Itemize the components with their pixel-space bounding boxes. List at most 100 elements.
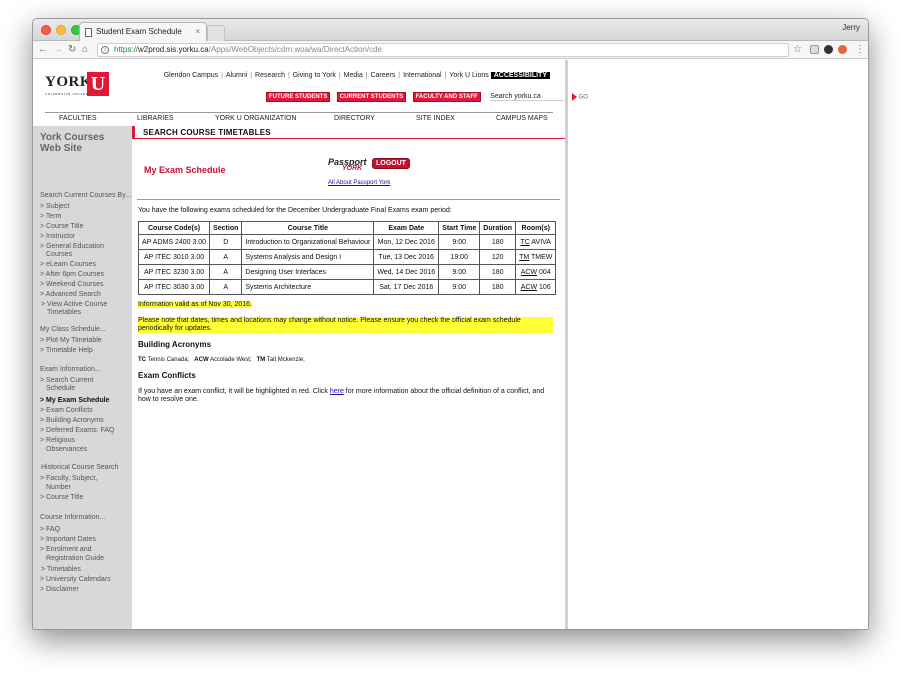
top-link-giving[interactable]: Giving to York <box>293 72 336 79</box>
tab-title: Student Exam Schedule <box>96 27 182 36</box>
cell-section: A <box>209 264 243 280</box>
divider <box>137 199 560 200</box>
nav-campus-maps[interactable]: CAMPUS MAPS <box>496 115 548 122</box>
sidebar-item-weekend[interactable]: > Weekend Courses <box>40 280 104 289</box>
top-link-research[interactable]: Research <box>255 72 285 79</box>
cell-exam-date: Mon, 12 Dec 2016 <box>373 234 440 250</box>
sidebar-item-faculty-subject[interactable]: > Faculty, Subject, <box>40 474 97 483</box>
intro-text: You have the following exams scheduled f… <box>138 207 452 214</box>
cell-duration: 180 <box>479 264 517 280</box>
nav-faculties[interactable]: FACULTIES <box>59 115 97 122</box>
site-search-input[interactable]: Search yorku.ca <box>490 93 565 101</box>
sidebar-item-calendars[interactable]: > University Calendars <box>40 575 111 584</box>
sidebar-item-timetables[interactable]: > Timetables <box>41 565 81 574</box>
sidebar-item-exam-conflicts[interactable]: > Exam Conflicts <box>40 406 93 415</box>
york-logo[interactable]: YORK UNIVERSITÉ UNIVERSITY U <box>45 72 111 100</box>
sidebar-item-instructor[interactable]: > Instructor <box>40 232 75 241</box>
sidebar-item-advanced[interactable]: > Advanced Search <box>40 290 101 299</box>
sidebar-item-subject[interactable]: > Subject <box>40 202 69 211</box>
cell-room: TM TMEW <box>515 249 557 265</box>
top-link-glendon[interactable]: Glendon Campus <box>164 72 218 79</box>
cell-duration: 120 <box>479 249 517 265</box>
cell-course-title: Introduction to Organizational Behaviour <box>241 234 375 250</box>
bookmark-star-icon[interactable]: ☆ <box>793 43 802 57</box>
top-link-alumni[interactable]: Alumni <box>226 72 247 79</box>
top-link-lions[interactable]: York U Lions <box>449 72 488 79</box>
sidebar-item-elearn[interactable]: > eLearn Courses <box>40 260 96 269</box>
top-link-careers[interactable]: Careers <box>370 72 395 79</box>
current-students-button[interactable]: CURRENT STUDENTS <box>336 91 407 102</box>
nav-directory[interactable]: DIRECTORY <box>334 115 375 122</box>
extension-dark-icon[interactable] <box>824 45 833 54</box>
url-protocol: https:// <box>114 45 139 54</box>
nav-libraries[interactable]: LIBRARIES <box>137 115 174 122</box>
room-number: TMEW <box>531 253 553 261</box>
cell-start-time: 9:00 <box>438 279 481 295</box>
col-section: Section <box>209 221 243 235</box>
cell-start-time: 9:00 <box>438 264 481 280</box>
top-link-media[interactable]: Media <box>344 72 363 79</box>
sidebar-item-timetable-help[interactable]: > Timetable Help <box>40 346 93 355</box>
accessibility-link[interactable]: ACCESSIBILITY <box>490 72 550 79</box>
url-path: /Apps/WebObjects/cdm.woa/wa/DirectAction… <box>208 45 382 54</box>
sidebar-item-my-exam-schedule[interactable]: > My Exam Schedule <box>40 396 109 405</box>
info-icon[interactable]: i <box>101 46 109 54</box>
reload-icon[interactable]: ↻ <box>68 43 76 57</box>
home-icon[interactable]: ⌂ <box>82 43 88 57</box>
sidebar: York Courses Web Site Search Current Cou… <box>33 126 132 629</box>
extension-icon[interactable] <box>810 45 819 54</box>
sidebar-item-course-title[interactable]: > Course Title <box>40 222 83 231</box>
col-duration: Duration <box>479 221 517 235</box>
nav-organization[interactable]: YORK U ORGANIZATION <box>215 115 297 122</box>
info-valid-notice: Information valid as of Nov 30, 2016. <box>138 301 253 308</box>
forward-icon[interactable]: → <box>53 43 63 57</box>
sidebar-item-enrolment[interactable]: > Enrolment and <box>40 545 92 554</box>
sidebar-item-deferred-exams[interactable]: > Deferred Exams: FAQ <box>40 426 115 435</box>
sidebar-item-important-dates[interactable]: > Important Dates <box>40 535 96 544</box>
url-host: w2prod.sis.yorku.ca <box>138 45 209 54</box>
building-link[interactable]: ACW <box>521 284 537 291</box>
sidebar-item-plot-timetable[interactable]: > Plot My Timetable <box>40 336 102 345</box>
new-tab-button[interactable] <box>207 25 225 41</box>
sidebar-item-enrolment-cont[interactable]: Registration Guide <box>46 554 104 563</box>
close-tab-icon[interactable]: × <box>195 23 200 41</box>
sidebar-title-line2: Web Site <box>40 143 83 154</box>
about-passport-link[interactable]: All About Passport York <box>328 180 390 186</box>
browser-tab[interactable]: Student Exam Schedule × <box>79 22 207 42</box>
close-window-button[interactable] <box>41 25 51 35</box>
top-link-international[interactable]: International <box>403 72 442 79</box>
sidebar-item-religious[interactable]: > Religious <box>40 436 75 445</box>
sidebar-item-faculty-subject-cont[interactable]: Number <box>46 483 71 492</box>
cell-room: TC AVIVA <box>515 234 557 250</box>
building-link[interactable]: TM <box>519 254 529 261</box>
page-title: My Exam Schedule <box>144 165 226 175</box>
sidebar-item-search-current-cont[interactable]: Schedule <box>46 384 75 393</box>
sidebar-item-term[interactable]: > Term <box>40 212 61 221</box>
sidebar-item-gen-ed-cont[interactable]: Courses <box>46 250 72 259</box>
future-students-button[interactable]: FUTURE STUDENTS <box>266 91 331 102</box>
address-bar[interactable]: i https://w2prod.sis.yorku.ca/Apps/WebOb… <box>97 43 789 57</box>
conflicts-here-link[interactable]: here <box>330 388 344 395</box>
profile-name[interactable]: Jerry <box>842 23 860 32</box>
building-link[interactable]: ACW <box>521 269 537 276</box>
faculty-staff-button[interactable]: FACULTY AND STAFF <box>412 91 481 102</box>
sidebar-item-faq[interactable]: > FAQ <box>40 525 60 534</box>
sidebar-item-hist-course-title[interactable]: > Course Title <box>40 493 83 502</box>
nav-site-index[interactable]: SITE INDEX <box>416 115 455 122</box>
sidebar-item-after-6pm[interactable]: > After 6pm Courses <box>40 270 104 279</box>
sidebar-item-religious-cont[interactable]: Observances <box>46 445 87 454</box>
minimize-window-button[interactable] <box>56 25 66 35</box>
go-button[interactable]: GO <box>571 92 588 101</box>
logout-button[interactable]: LOGOUT <box>372 158 410 169</box>
building-link[interactable]: TC <box>520 239 529 246</box>
menu-icon[interactable]: ⋮ <box>855 43 865 57</box>
cell-room: ACW 004 <box>515 264 557 280</box>
extension-orange-icon[interactable] <box>838 45 847 54</box>
room-number: 004 <box>539 268 551 276</box>
sidebar-item-active-timetables-cont[interactable]: Timetables <box>47 308 81 317</box>
acronym-code: ACW <box>194 357 209 363</box>
sidebar-exam-head: Exam Information... <box>40 366 101 373</box>
back-icon[interactable]: ← <box>38 43 48 57</box>
sidebar-item-building-acronyms[interactable]: > Building Acronyms <box>40 416 104 425</box>
sidebar-item-disclaimer[interactable]: > Disclaimer <box>40 585 79 594</box>
